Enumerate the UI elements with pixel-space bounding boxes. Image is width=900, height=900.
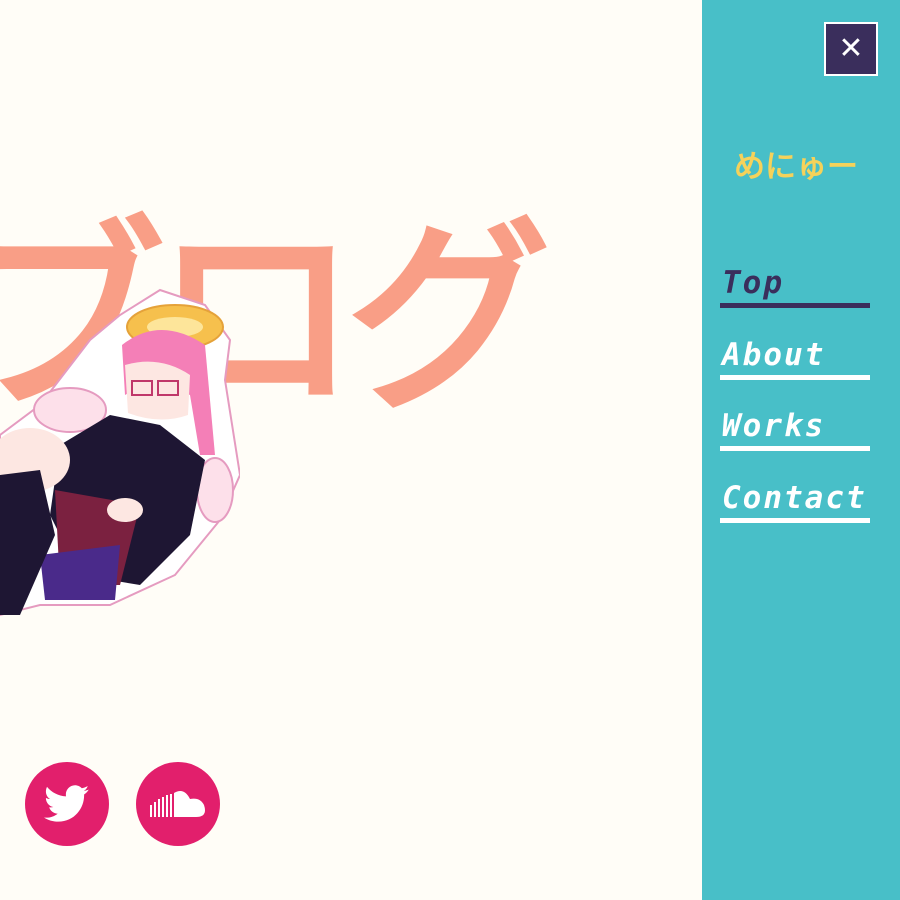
nav-item-label: Contact xyxy=(722,480,867,516)
nav-item-label: About xyxy=(722,337,826,373)
nav-item-about[interactable]: About xyxy=(720,340,900,380)
nav-underline xyxy=(720,375,870,380)
soundcloud-icon xyxy=(150,791,205,817)
nav-underline xyxy=(720,518,870,523)
character-illustration xyxy=(0,288,240,617)
soundcloud-button[interactable] xyxy=(136,762,220,846)
nav-underline xyxy=(720,446,870,451)
twitter-button[interactable] xyxy=(25,762,109,846)
nav-item-contact[interactable]: Contact xyxy=(720,483,900,523)
nav-item-works[interactable]: Works xyxy=(720,411,900,451)
menu-title: めにゅー xyxy=(734,149,858,185)
close-menu-button[interactable]: ✕ xyxy=(824,22,878,76)
twitter-bird-icon xyxy=(44,785,90,822)
close-icon: ✕ xyxy=(838,31,864,66)
nav-item-label: Top xyxy=(722,265,784,301)
nav-item-label: Works xyxy=(722,408,826,444)
hero-section: ブログ xyxy=(0,0,702,900)
nav-item-top[interactable]: Top xyxy=(720,268,900,308)
nav-underline xyxy=(720,303,870,308)
